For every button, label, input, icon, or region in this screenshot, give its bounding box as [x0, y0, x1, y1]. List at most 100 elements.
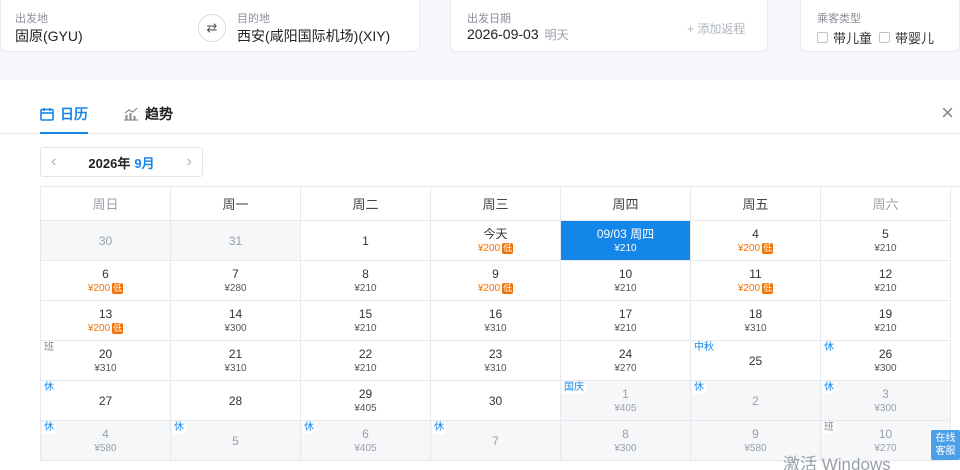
day-price-row: ¥210: [354, 322, 376, 335]
infant-checkbox[interactable]: 带婴儿: [879, 28, 934, 47]
day-number: 20: [98, 346, 113, 361]
day-cell[interactable]: 12 ¥210: [821, 261, 951, 301]
tab-bar: 日历 趋势 ×: [0, 94, 960, 134]
day-price: ¥210: [354, 282, 377, 294]
day-price-row: ¥200 低: [738, 282, 774, 295]
day-price: ¥270: [614, 362, 637, 374]
day-number: 1: [362, 233, 369, 248]
add-return-button[interactable]: + 添加返程: [687, 20, 745, 37]
date-label: 出发日期: [467, 13, 511, 25]
day-price-row: ¥310: [744, 322, 766, 335]
close-icon[interactable]: ×: [941, 102, 954, 124]
day-cell[interactable]: 31: [171, 221, 301, 261]
day-cell[interactable]: 今天 ¥200 低: [431, 221, 561, 261]
day-price: ¥200: [477, 242, 501, 254]
day-cell[interactable]: 8 ¥300: [561, 421, 691, 461]
day-price-row: ¥210: [874, 242, 896, 255]
day-cell[interactable]: 7 ¥280: [171, 261, 301, 301]
day-cell[interactable]: 休7: [431, 421, 561, 461]
day-cell[interactable]: 国庆 1 ¥405: [561, 381, 691, 421]
day-number: 8: [362, 266, 369, 281]
day-cell[interactable]: 4 ¥200 低: [691, 221, 821, 261]
day-price: ¥200: [477, 282, 501, 294]
day-cell[interactable]: 休 3 ¥300: [821, 381, 951, 421]
to-input[interactable]: 西安(咸阳国际机场)(XIY): [237, 26, 390, 46]
day-cell[interactable]: 18 ¥310: [691, 301, 821, 341]
tab-calendar[interactable]: 日历: [40, 104, 88, 134]
day-price: ¥310: [744, 322, 767, 334]
day-price-row: ¥210: [354, 282, 376, 295]
day-cell[interactable]: 休 6 ¥405: [301, 421, 431, 461]
day-price: ¥210: [614, 242, 637, 254]
day-cell[interactable]: 中秋 25: [691, 341, 821, 381]
day-cell[interactable]: 14 ¥300: [171, 301, 301, 341]
day-cell[interactable]: 1: [301, 221, 431, 261]
from-input[interactable]: 固原(GYU): [15, 26, 83, 46]
day-price: ¥405: [614, 402, 637, 414]
year-label: 2026年: [88, 155, 131, 171]
day-cell[interactable]: 11 ¥200 低: [691, 261, 821, 301]
day-cell[interactable]: 休 4 ¥580: [41, 421, 171, 461]
date-value: 2026-09-03: [467, 26, 539, 42]
day-number: 4: [102, 426, 109, 441]
day-cell[interactable]: 17 ¥210: [561, 301, 691, 341]
day-number: 3: [882, 386, 889, 401]
day-price-row: ¥405: [354, 442, 376, 455]
day-number: 27: [98, 393, 113, 408]
tab-trend-label: 趋势: [145, 106, 173, 122]
child-checkbox[interactable]: 带儿童: [817, 28, 872, 47]
customer-service-button[interactable]: 在线客服: [931, 430, 960, 460]
from-label: 出发地: [15, 13, 48, 25]
day-price-row: ¥300: [874, 402, 896, 415]
day-price: ¥200: [87, 282, 111, 294]
date-input[interactable]: 2026-09-03 明天: [467, 26, 569, 43]
calendar-panel: 日历 趋势 × ‹ 2026年 9月 › 周日 周一 周二 周三 周四 周五 周六 30 31 1 今…: [0, 94, 960, 470]
day-price-row: ¥580: [94, 442, 116, 455]
day-price-row: ¥300: [874, 362, 896, 375]
day-cell[interactable]: 16 ¥310: [431, 301, 561, 341]
day-cell[interactable]: 30: [431, 381, 561, 421]
date-field: 出发日期 2026-09-03 明天 + 添加返程: [450, 0, 768, 52]
day-cell[interactable]: 19 ¥210: [821, 301, 951, 341]
holiday-tag: 中秋: [692, 342, 716, 354]
tab-trend[interactable]: 趋势: [123, 104, 173, 124]
day-price-row: ¥300: [614, 442, 636, 455]
chevron-right-icon[interactable]: ›: [187, 153, 192, 171]
day-cell[interactable]: 休2: [691, 381, 821, 421]
chevron-left-icon[interactable]: ‹: [51, 153, 56, 171]
swap-icon[interactable]: ⇄: [198, 14, 226, 42]
holiday-tag: 国庆: [562, 382, 586, 394]
day-cell[interactable]: 5 ¥210: [821, 221, 951, 261]
day-number: 19: [878, 306, 893, 321]
day-cell[interactable]: 21 ¥310: [171, 341, 301, 381]
day-cell[interactable]: 30: [41, 221, 171, 261]
day-cell[interactable]: 班 20 ¥310: [41, 341, 171, 381]
day-price: ¥580: [744, 442, 767, 454]
day-cell[interactable]: 9 ¥200 低: [431, 261, 561, 301]
day-price: ¥200: [87, 322, 111, 334]
day-cell[interactable]: 28: [171, 381, 301, 421]
holiday-tag: 休: [172, 422, 186, 434]
day-cell[interactable]: 8 ¥210: [301, 261, 431, 301]
day-cell[interactable]: 休 26 ¥300: [821, 341, 951, 381]
holiday-tag: 休: [822, 382, 836, 394]
passenger-field: 乘客类型 带儿童 带婴儿: [800, 0, 960, 52]
day-cell[interactable]: 15 ¥210: [301, 301, 431, 341]
day-cell[interactable]: 29 ¥405: [301, 381, 431, 421]
day-price-row: ¥210: [354, 362, 376, 375]
day-cell[interactable]: 22 ¥210: [301, 341, 431, 381]
day-cell[interactable]: 23 ¥310: [431, 341, 561, 381]
day-number: 9: [492, 266, 499, 281]
holiday-tag: 休: [822, 342, 836, 354]
day-cell[interactable]: 13 ¥200 低: [41, 301, 171, 341]
month-label[interactable]: 9月: [134, 156, 154, 171]
day-cell[interactable]: 休5: [171, 421, 301, 461]
calendar-grid: 周日 周一 周二 周三 周四 周五 周六 30 31 1 今天 ¥200 低 09/03 周四 ¥210 4 ¥…: [40, 186, 960, 461]
day-cell[interactable]: 6 ¥200 低: [41, 261, 171, 301]
day-cell[interactable]: 24 ¥270: [561, 341, 691, 381]
selected-day-cell[interactable]: 09/03 周四 ¥210: [561, 221, 691, 261]
holiday-tag: 班: [42, 342, 56, 354]
day-cell[interactable]: 10 ¥210: [561, 261, 691, 301]
day-price: ¥210: [354, 322, 377, 334]
day-cell[interactable]: 休 27: [41, 381, 171, 421]
